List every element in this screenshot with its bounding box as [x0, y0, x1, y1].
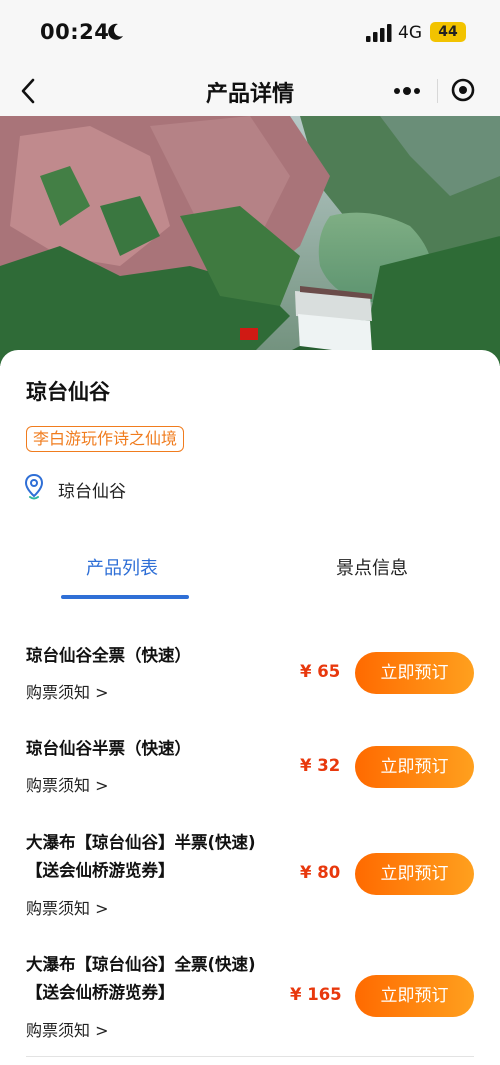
status-bar: 00:24 4G 44: [0, 0, 500, 66]
purchase-notice-link[interactable]: 购票须知 >: [26, 772, 109, 796]
more-icon[interactable]: [390, 78, 424, 104]
signal-icon: [366, 24, 392, 42]
product-name: 琼台仙谷半票（快速）: [26, 739, 191, 758]
book-now-button[interactable]: 立即预订: [355, 746, 474, 788]
hero-scenic-image: [0, 116, 500, 366]
purchase-notice-link[interactable]: 购票须知 >: [26, 895, 109, 919]
product-price: ¥ 80: [300, 863, 341, 882]
active-tab-indicator: [61, 595, 189, 599]
product-name: 琼台仙谷全票（快速）: [26, 646, 191, 665]
location-pin-icon: [24, 474, 44, 500]
network-label: 4G: [398, 23, 422, 43]
spot-tagline-badge: 李白游玩作诗之仙境: [26, 426, 185, 452]
nav-divider: [437, 79, 438, 103]
purchase-notice-link[interactable]: 购票须知 >: [26, 1017, 109, 1041]
moon-icon: [108, 23, 123, 40]
list-divider: [26, 1056, 474, 1057]
location-name[interactable]: 琼台仙谷: [58, 477, 126, 502]
product-price: ¥ 32: [300, 756, 341, 775]
product-info-card: 琼台仙谷 李白游玩作诗之仙境 琼台仙谷 产品列表 景点信息 琼台仙谷全票（快速）…: [0, 350, 500, 1065]
book-now-button[interactable]: 立即预订: [355, 652, 474, 694]
product-name: 大瀑布【琼台仙谷】全票(快速) 【送会仙桥游览券】: [26, 955, 256, 1002]
page-title: 产品详情: [205, 82, 294, 107]
status-time: 00:24: [40, 20, 110, 44]
tab-attraction-info[interactable]: 景点信息: [336, 554, 408, 580]
book-now-button[interactable]: 立即预订: [355, 975, 474, 1017]
product-price: ¥ 65: [300, 662, 341, 681]
nav-bar: 产品详情: [0, 66, 500, 116]
purchase-notice-link[interactable]: 购票须知 >: [26, 679, 109, 703]
battery-indicator: 44: [430, 22, 466, 42]
spot-title: 琼台仙谷: [26, 380, 110, 404]
product-name: 大瀑布【琼台仙谷】半票(快速) 【送会仙桥游览券】: [26, 833, 256, 880]
tab-product-list[interactable]: 产品列表: [86, 554, 158, 580]
book-now-button[interactable]: 立即预订: [355, 853, 474, 895]
product-price: ¥ 165: [290, 985, 342, 1004]
close-miniprogram-icon[interactable]: [448, 75, 478, 105]
